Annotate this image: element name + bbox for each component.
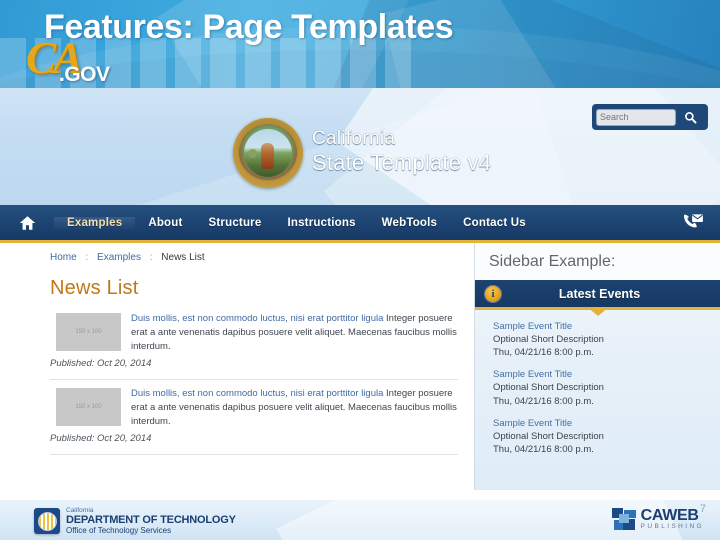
slide-footer: California DEPARTMENT OF TECHNOLOGY Offi… — [0, 500, 720, 540]
breadcrumb-item-examples[interactable]: Examples — [97, 252, 141, 263]
nav-item-contact-us[interactable]: Contact Us — [450, 217, 539, 229]
nav-item-webtools[interactable]: WebTools — [369, 217, 450, 229]
cdt-globe-logo-icon — [34, 508, 60, 535]
breadcrumb-item-news-list: News List — [161, 252, 205, 263]
news-list-item: 150 x 100 Duis mollis, est non commodo l… — [50, 312, 460, 371]
search-input[interactable] — [596, 108, 676, 126]
sidebar: Sidebar Example: i Latest Events Sample … — [474, 243, 720, 490]
news-divider — [50, 379, 458, 381]
news-divider — [50, 454, 458, 456]
news-headline-link[interactable]: Duis mollis, est non commodo luctus, nis… — [131, 388, 383, 399]
event-item: Sample Event Title Optional Short Descri… — [493, 368, 720, 407]
caweb-logo: CAWEB PUBLISHING — [611, 507, 704, 531]
caweb-name: CAWEB — [640, 507, 699, 524]
phone-envelope-icon[interactable] — [682, 213, 704, 231]
slide-title: Features: Page Templates — [44, 8, 454, 46]
search-box[interactable] — [592, 104, 708, 130]
cdt-line3: Office of Technology Services — [66, 525, 172, 535]
news-thumbnail: 150 x 100 — [56, 313, 121, 351]
news-headline-link[interactable]: Duis mollis, est non commodo luctus, nis… — [131, 313, 383, 324]
news-published-date: Published: Oct 20, 2014 — [50, 358, 152, 370]
event-date: Thu, 04/21/16 8:00 p.m. — [493, 347, 594, 359]
caweb-tagline: PUBLISHING — [640, 523, 704, 530]
events-list: Sample Event Title Optional Short Descri… — [475, 310, 720, 456]
ca-gov-logo-gov: .GOV — [59, 63, 110, 86]
sidebar-title: Sidebar Example: — [489, 253, 616, 270]
slide: Features: Page Templates Search Examples… — [0, 0, 720, 540]
nav-item-examples[interactable]: Examples — [54, 216, 136, 229]
event-title-link[interactable]: Sample Event Title — [493, 417, 720, 430]
slide-number: 7 — [699, 503, 706, 515]
breadcrumb-separator: : — [85, 252, 89, 263]
breadcrumb-separator: : — [149, 252, 153, 263]
event-item: Sample Event Title Optional Short Descri… — [493, 320, 720, 359]
event-date: Thu, 04/21/16 8:00 p.m. — [493, 395, 594, 407]
page-title: News List — [50, 277, 139, 299]
california-state-seal-icon — [233, 118, 303, 188]
site-title-line2: State Template v4 — [312, 150, 492, 176]
event-description: Optional Short Description — [493, 430, 604, 442]
event-title-link[interactable]: Sample Event Title — [493, 368, 720, 381]
home-icon[interactable] — [0, 215, 54, 231]
event-description: Optional Short Description — [493, 382, 604, 394]
breadcrumb: Home : Examples : News List — [50, 252, 474, 263]
news-published-date: Published: Oct 20, 2014 — [50, 433, 152, 445]
event-item: Sample Event Title Optional Short Descri… — [493, 417, 720, 456]
news-list-item: 150 x 100 Duis mollis, est non commodo l… — [50, 387, 460, 446]
cdt-logo: California DEPARTMENT OF TECHNOLOGY Offi… — [34, 507, 236, 536]
event-title-link[interactable]: Sample Event Title — [493, 320, 720, 333]
search-icon[interactable] — [676, 111, 704, 124]
event-description: Optional Short Description — [493, 334, 604, 346]
nav-item-about[interactable]: About — [135, 217, 195, 229]
nav-item-instructions[interactable]: Instructions — [274, 217, 368, 229]
sidebar-header-area: Sidebar Example: — [475, 243, 720, 280]
site-title-line1: California — [312, 128, 396, 149]
cdt-line2: DEPARTMENT OF TECHNOLOGY — [66, 514, 236, 527]
info-icon: i — [485, 285, 501, 302]
caweb-squares-logo-icon — [611, 508, 636, 531]
cdt-line1: California — [66, 507, 94, 514]
latest-events-label: Latest Events — [558, 286, 641, 301]
breadcrumb-item-home[interactable]: Home — [50, 252, 77, 263]
nav-item-structure[interactable]: Structure — [196, 217, 275, 229]
main-content: Home : Examples : News List News List 15… — [0, 243, 474, 490]
main-navigation: Examples About Structure Instructions We… — [0, 205, 720, 243]
latest-events-header: i Latest Events — [475, 280, 720, 316]
site-title: California State Template v4 — [312, 128, 491, 176]
event-date: Thu, 04/21/16 8:00 p.m. — [493, 443, 594, 455]
page-body: Home : Examples : News List News List 15… — [0, 243, 720, 490]
news-thumbnail: 150 x 100 — [56, 388, 121, 427]
events-header-notch — [586, 307, 609, 316]
